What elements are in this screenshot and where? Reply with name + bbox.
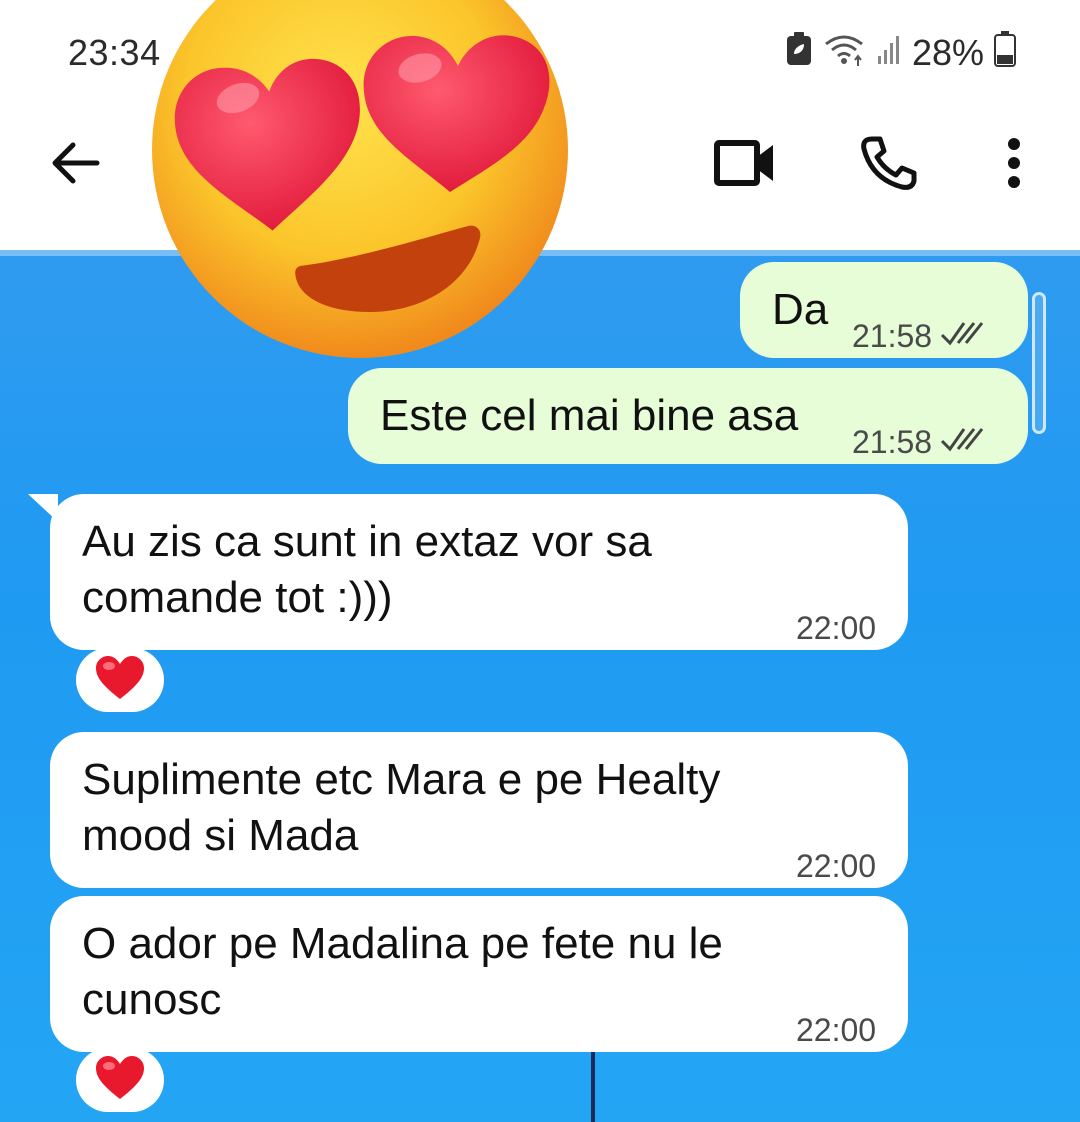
message-outgoing[interactable]: Da 21:58 — [740, 262, 1028, 358]
message-time: 22:00 — [796, 848, 877, 884]
message-meta: 22:00 — [796, 1002, 876, 1058]
message-meta: 22:00 — [796, 600, 876, 656]
battery-icon — [994, 30, 1016, 76]
scrollbar[interactable] — [1032, 292, 1046, 434]
message-outgoing[interactable]: Este cel mai bine asa 21:58 — [348, 368, 1028, 464]
message-time: 22:00 — [796, 610, 877, 646]
message-time: 21:58 — [852, 424, 933, 460]
battery-saver-icon — [786, 31, 812, 75]
message-text-line: comande tot :))) — [82, 573, 393, 622]
message-text-line: mood si Mada — [82, 811, 359, 860]
battery-percent: 28% — [911, 32, 984, 73]
heart-eyes-emoji — [150, 0, 570, 360]
back-button[interactable] — [40, 130, 110, 200]
video-call-icon — [713, 137, 779, 194]
message-meta: 21:58 — [852, 414, 988, 470]
message-incoming[interactable]: Suplimente etc Mara e pe Healty mood si … — [50, 732, 908, 888]
status-icons: 28% — [786, 30, 1016, 76]
heart-icon — [94, 655, 146, 706]
wallpaper-antenna — [591, 1050, 595, 1122]
message-meta: 22:00 — [796, 838, 876, 894]
message-text-line: O ador pe Madalina pe fete nu le — [82, 919, 723, 968]
voice-call-button[interactable] — [850, 130, 926, 200]
reaction-heart[interactable] — [76, 648, 164, 712]
read-ticks-icon — [940, 308, 988, 364]
reaction-heart[interactable] — [76, 1048, 164, 1112]
message-text-line: Au zis ca sunt in extaz vor sa — [82, 517, 652, 566]
message-incoming[interactable]: O ador pe Madalina pe fete nu le cunosc … — [50, 896, 908, 1052]
message-text: Da — [772, 285, 829, 334]
wifi-icon — [822, 32, 866, 75]
more-vert-icon — [1004, 136, 1024, 195]
message-time: 21:58 — [852, 318, 933, 354]
video-call-button[interactable] — [708, 130, 784, 200]
read-ticks-icon — [940, 414, 988, 470]
message-text: Este cel mai bine asa — [380, 391, 799, 440]
message-text-line: Suplimente etc Mara e pe Healty — [82, 755, 721, 804]
message-incoming[interactable]: Au zis ca sunt in extaz vor sa comande t… — [50, 494, 908, 650]
phone-icon — [858, 135, 918, 196]
message-time: 22:00 — [796, 1012, 877, 1048]
message-meta: 21:58 — [852, 308, 988, 364]
back-arrow-icon — [47, 139, 103, 192]
message-text-line: cunosc — [82, 975, 222, 1024]
status-time: 23:34 — [68, 32, 161, 73]
more-options-button[interactable] — [990, 130, 1038, 200]
heart-icon — [94, 1055, 146, 1106]
chat-messages[interactable]: Da 21:58 Este cel mai bine asa 21:58 Au … — [0, 250, 1080, 1122]
signal-icon — [876, 32, 902, 75]
